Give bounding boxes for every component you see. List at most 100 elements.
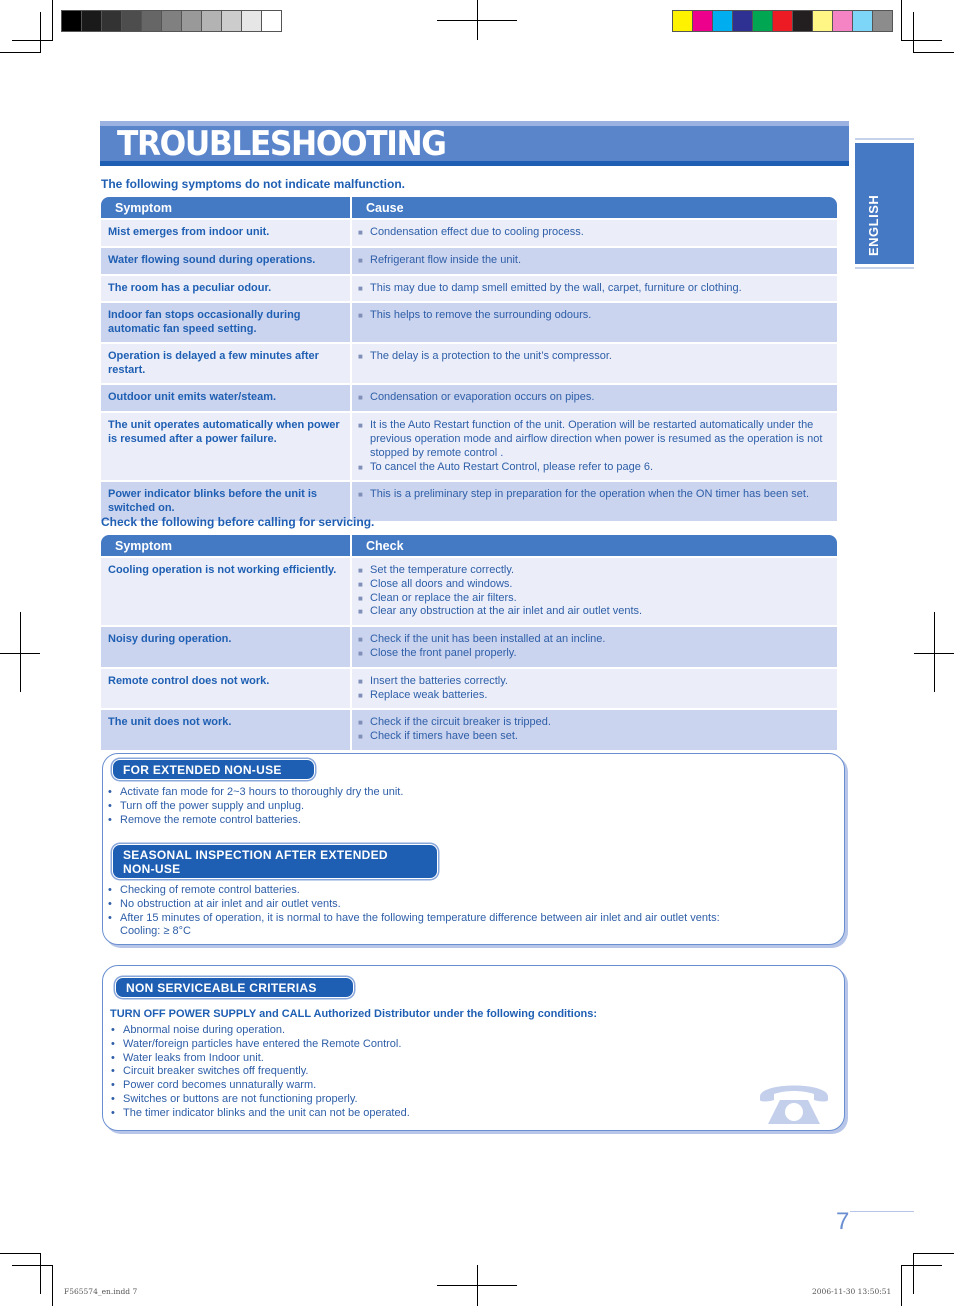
bullet-item: ■ This helps to remove the surrounding od…	[358, 309, 831, 323]
extended-non-use-title: FOR EXTENDED NON-USE	[112, 759, 315, 780]
malfunction-table: Symptom Cause Mist emerges from indoor u…	[101, 197, 837, 522]
list-item: • The timer indicator blinks and the unit…	[111, 1107, 410, 1121]
list-item-text: Water leaks from Indoor unit.	[123, 1051, 264, 1064]
bullet-item: ■ This is a preliminary step in preparati…	[358, 488, 831, 502]
bullet-item: ■ This may due to damp smell emitted by t…	[358, 282, 831, 296]
color-swatch	[62, 11, 81, 31]
column-header-symptom: Symptom	[101, 197, 350, 218]
cause-cell: ■ This may due to damp smell emitted by t…	[352, 275, 837, 302]
color-swatch	[222, 11, 241, 31]
crop-mark	[901, 1265, 902, 1306]
crop-mark	[40, 12, 41, 53]
color-swatch	[142, 11, 161, 31]
registration-mark	[477, 1265, 478, 1306]
table-row: Indoor fan stops occasionally during aut…	[101, 303, 837, 343]
bullet-icon: •	[108, 911, 112, 924]
non-serviceable-list: • Abnormal noise during operation. • Water/…	[111, 1024, 410, 1121]
date-slug: 2006-11-30 13:50:51	[812, 1287, 892, 1296]
bullet-text: The delay is a protection to the unit’s …	[370, 350, 612, 363]
table-header: Symptom Cause	[101, 197, 837, 218]
bullet-text: Set the temperature correctly.	[370, 564, 515, 576]
square-bullet-icon: ■	[358, 579, 363, 589]
color-swatch	[162, 11, 181, 31]
list-item-text: Circuit breaker switches off frequently.	[123, 1065, 309, 1078]
table-row: Operation is delayed a few minutes after…	[101, 344, 837, 384]
bullet-text: Insert the batteries correctly.	[370, 674, 508, 687]
divider	[850, 1211, 914, 1212]
symptom-cell: Cooling operation is not working efficie…	[101, 558, 350, 626]
square-bullet-icon: ■	[358, 421, 363, 431]
square-bullet-icon: ■	[358, 676, 363, 686]
symptom-cell: The unit operates automatically when pow…	[101, 413, 350, 481]
square-bullet-icon: ■	[358, 462, 363, 472]
language-tab: ENGLISH	[855, 143, 914, 264]
bullet-item: ■ Close the front panel properly.	[358, 647, 831, 661]
title-banner: TROUBLESHOOTING	[100, 121, 849, 166]
bullet-icon: •	[111, 1092, 115, 1105]
non-serviceable-title: NON SERVICEABLE CRITERIAS	[115, 977, 354, 998]
cause-cell: ■ Refrigerant flow inside the unit.	[352, 247, 837, 274]
color-swatch	[853, 11, 872, 31]
malfunction-heading: The following symptoms do not indicate m…	[101, 177, 406, 191]
square-bullet-icon: ■	[358, 490, 363, 500]
cause-cell: ■ Condensation effect due to cooling proc…	[352, 220, 837, 246]
bullet-icon: •	[111, 1037, 115, 1050]
registration-mark	[934, 612, 935, 692]
registration-mark	[477, 0, 478, 40]
color-swatch	[753, 11, 772, 31]
list-item: • Water leaks from Indoor unit.	[111, 1052, 410, 1066]
language-tab-label: ENGLISH	[866, 194, 881, 256]
cause-cell: ■ The delay is a protection to the unit’s…	[352, 344, 837, 384]
symptom-cell: The unit does not work.	[101, 710, 350, 750]
square-bullet-icon: ■	[358, 607, 363, 617]
extended-non-use-list: • Activate fan mode for 2~3 hours to thor…	[108, 786, 403, 827]
bullet-icon: •	[111, 1024, 115, 1036]
list-item-text: Turn off the power supply and unplug.	[120, 799, 305, 812]
table-row: The unit does not work. ■ Check if the cir…	[101, 710, 837, 750]
symptom-cell: Water flowing sound during operations.	[101, 247, 350, 274]
page-number: 7	[836, 1208, 850, 1235]
cause-cell: ■ This is a preliminary step in preparati…	[352, 482, 837, 522]
color-swatch	[693, 11, 712, 31]
list-item-text: No obstruction at air inlet and air outl…	[120, 897, 341, 910]
telephone-icon	[760, 1085, 828, 1124]
color-swatch	[82, 11, 101, 31]
symptom-cell: Mist emerges from indoor unit.	[101, 220, 350, 246]
list-item-text: Power cord becomes unnaturally warm.	[123, 1079, 317, 1092]
list-item: • No obstruction at air inlet and air out…	[108, 898, 720, 912]
bullet-text: To cancel the Auto Restart Control, plea…	[370, 460, 654, 473]
crop-mark	[0, 1253, 41, 1254]
bullet-icon: •	[111, 1079, 115, 1092]
color-swatch	[673, 11, 692, 31]
bullet-item: ■ Condensation or evaporation occurs on p…	[358, 391, 831, 405]
color-swatch	[813, 11, 832, 31]
crop-mark	[913, 1253, 954, 1254]
bullet-item: ■ Replace weak batteries.	[358, 689, 831, 703]
servicing-heading: Check the following before calling for s…	[101, 515, 375, 529]
bullet-item: ■ To cancel the Auto Restart Control, ple…	[358, 461, 831, 475]
crop-mark	[40, 1253, 41, 1294]
list-item-text: After 15 minutes of operation, it is nor…	[120, 911, 720, 924]
list-item-text: Water/foreign particles have entered the…	[123, 1037, 402, 1050]
page-title: TROUBLESHOOTING	[117, 124, 447, 164]
square-bullet-icon: ■	[358, 648, 363, 658]
table-row: Noisy during operation. ■ Check if the uni…	[101, 627, 837, 667]
registration-mark	[20, 612, 21, 692]
color-swatch	[242, 11, 261, 31]
column-header-cause: Cause	[352, 197, 837, 218]
bullet-text: Check if the circuit breaker is tripped.	[370, 716, 551, 729]
table-row: Remote control does not work. ■ Insert the…	[101, 668, 837, 709]
crop-mark	[901, 0, 902, 40]
bullet-icon: •	[111, 1051, 115, 1064]
square-bullet-icon: ■	[358, 566, 363, 575]
crop-mark	[901, 40, 942, 41]
list-item: • Abnormal noise during operation.	[111, 1024, 410, 1038]
symptom-cell: Indoor fan stops occasionally during aut…	[101, 303, 350, 343]
bullet-icon: •	[108, 799, 112, 812]
square-bullet-icon: ■	[358, 352, 363, 362]
seasonal-inspection-title-line2: NON-USE	[123, 862, 181, 876]
bullet-item: ■ Refrigerant flow inside the unit.	[358, 254, 831, 268]
bullet-text: Close the front panel properly.	[370, 646, 517, 659]
color-swatch	[733, 11, 752, 31]
bullet-text: This is a preliminary step in preparatio…	[370, 488, 810, 501]
